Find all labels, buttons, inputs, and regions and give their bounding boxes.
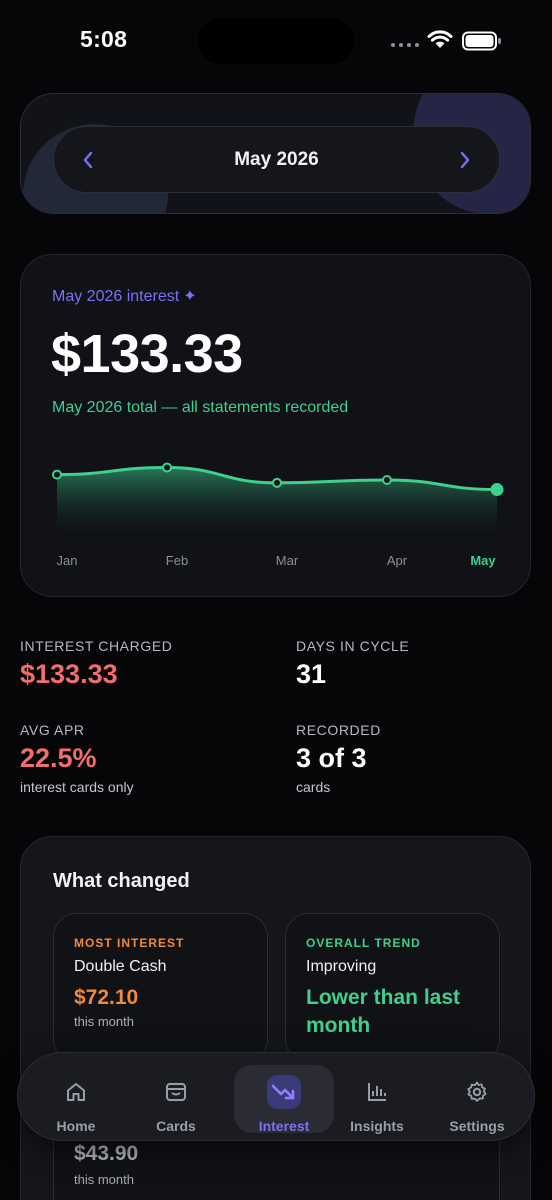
dynamic-island	[198, 18, 354, 64]
most-interest-card[interactable]: MOST INTEREST Double Cash $72.10 this mo…	[53, 913, 268, 1063]
days-in-cycle-label: DAYS IN CYCLE	[296, 638, 410, 654]
next-month-button[interactable]	[453, 147, 477, 173]
wifi-icon	[427, 30, 453, 48]
month-selector: May 2026	[53, 126, 500, 193]
current-month-label: May 2026	[234, 149, 319, 170]
interest-charged-value: $133.33	[20, 659, 118, 689]
interest-summary-card: May 2026 interest ✦ $133.33 May 2026 tota…	[20, 254, 531, 597]
overall-trend-kicker: OVERALL TREND	[306, 936, 421, 950]
chart-point-apr	[382, 474, 392, 485]
status-time: 5:08	[80, 26, 128, 52]
chart-point-may	[490, 483, 504, 497]
chart-point-mar	[272, 477, 282, 488]
tab-cards[interactable]: Cards	[126, 1053, 226, 1142]
month-selector-card: May 2026	[20, 93, 531, 214]
wallet-icon	[163, 1079, 189, 1105]
avg-apr-label: AVG APR	[20, 722, 85, 738]
tab-insights[interactable]: Insights	[327, 1053, 427, 1142]
interest-trend-chart: Jan Feb Mar Apr May	[52, 462, 504, 568]
most-interest-kicker: MOST INTEREST	[74, 936, 185, 950]
overall-trend-card[interactable]: OVERALL TREND Improving Lower than last …	[285, 913, 500, 1063]
most-interest-card-name: Double Cash	[74, 958, 167, 975]
tab-interest[interactable]: Interest	[234, 1053, 334, 1142]
summary-title: May 2026 interest ✦	[52, 288, 197, 305]
chart-x-label-may: May	[470, 553, 496, 568]
recorded-note: cards	[296, 779, 331, 795]
tab-cards-label: Cards	[156, 1118, 196, 1134]
battery-icon	[462, 31, 501, 51]
tab-interest-label: Interest	[258, 1118, 310, 1134]
chart-x-label-jan: Jan	[57, 553, 78, 568]
gear-icon	[464, 1079, 490, 1105]
what-changed-title: What changed	[53, 870, 190, 892]
days-in-cycle-value: 31	[296, 659, 327, 689]
change-detail-value: $43.90	[74, 1142, 139, 1165]
change-detail-note: this month	[74, 1172, 134, 1187]
bar-chart-icon	[364, 1079, 390, 1105]
recorded-label: RECORDED	[296, 722, 381, 738]
tab-home[interactable]: Home	[26, 1053, 126, 1142]
tab-settings-label: Settings	[449, 1118, 505, 1134]
sparkle-icon: ✦	[183, 288, 197, 305]
overall-trend-name: Improving	[306, 958, 377, 975]
chart-point-jan	[52, 469, 62, 480]
what-changed-card: What changed MOST INTEREST Double Cash $…	[20, 836, 531, 1200]
chart-x-label-feb: Feb	[166, 553, 188, 568]
summary-subtitle: May 2026 total — all statements recorded	[52, 399, 349, 416]
avg-apr-note: interest cards only	[20, 779, 134, 795]
interest-charged-label: INTEREST CHARGED	[20, 638, 173, 654]
tab-insights-label: Insights	[350, 1118, 404, 1134]
chart-x-label-apr: Apr	[387, 553, 408, 568]
chevron-right-icon	[460, 151, 470, 169]
summary-amount: $133.33	[51, 324, 243, 384]
interest-screen: 5:08 May 2026 May 2026 interest ✦ $133.3…	[0, 0, 552, 1200]
most-interest-value: $72.10	[74, 986, 139, 1009]
overall-trend-value: Lower than last month	[306, 986, 461, 1037]
house-icon	[63, 1079, 89, 1105]
status-bar: 5:08	[0, 0, 552, 84]
tab-settings[interactable]: Settings	[427, 1053, 527, 1142]
chart-x-label-mar: Mar	[276, 553, 299, 568]
most-interest-note: this month	[74, 1014, 134, 1029]
tab-bar: Home Cards Interest Insights Settings	[17, 1052, 535, 1141]
avg-apr-value: 22.5%	[20, 743, 97, 773]
recorded-value: 3 of 3	[296, 743, 367, 773]
chart-point-feb	[162, 462, 172, 473]
cellular-signal-icon	[391, 43, 419, 47]
trend-down-icon	[271, 1079, 297, 1105]
tab-home-label: Home	[56, 1118, 96, 1134]
